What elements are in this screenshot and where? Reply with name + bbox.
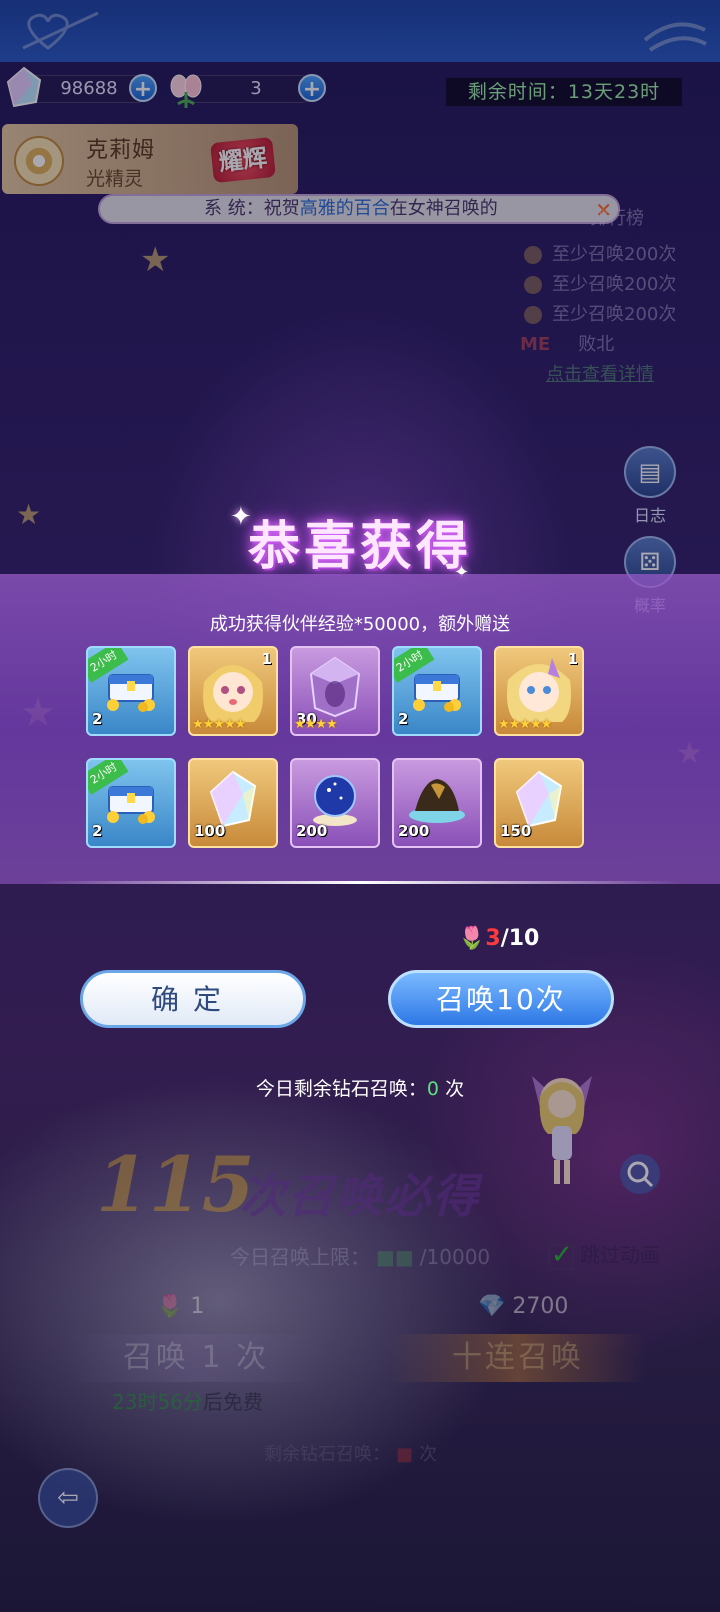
confirm-button[interactable]: 确定 [80, 970, 306, 1028]
item-count: 200 [296, 822, 328, 840]
item-level: 1 [567, 650, 578, 668]
reward-item-character-card[interactable]: 1 ★★★★★ [188, 646, 278, 736]
reward-item-chest[interactable]: 2小时 2 [86, 646, 176, 736]
girl-portrait-icon [194, 652, 272, 726]
reward-item-crystal[interactable]: 30 ★★★★ [290, 646, 380, 736]
ticket-total: /10 [500, 926, 540, 951]
item-count: 2 [398, 710, 409, 728]
remaining-today-label: 今日剩余钻石召唤： [255, 1078, 427, 1100]
remaining-today-suffix: 次 [445, 1078, 465, 1100]
item-count: 2 [92, 710, 103, 728]
reward-description: 成功获得伙伴经验*50000，额外赠送 [209, 614, 511, 635]
reward-item-orb[interactable]: 200 [290, 758, 380, 848]
star-rating-icon: ★★★★ [294, 717, 338, 732]
sparkle-icon: ✦ [230, 502, 252, 532]
item-count: 150 [500, 822, 532, 840]
ticket-progress: 🌷3/10 [458, 926, 539, 956]
reward-item-chest[interactable]: 2小时 2 [86, 758, 176, 848]
remaining-today-value: 0 [426, 1078, 440, 1100]
star-rating-icon: ★★★★★ [192, 717, 246, 732]
star-rating-icon: ★★★★★ [498, 717, 552, 732]
reward-item-gem[interactable]: 100 [188, 758, 278, 848]
ticket-current: 3 [485, 926, 501, 951]
item-level: 1 [261, 650, 272, 668]
reward-item-gem[interactable]: 150 [494, 758, 584, 848]
tulip-icon: 🌷 [458, 926, 486, 951]
reward-item-material[interactable]: 200 [392, 758, 482, 848]
reward-title: 恭喜获得 [247, 517, 472, 577]
reward-item-chest[interactable]: 2小时 2 [392, 646, 482, 736]
summon-10-button[interactable]: 召唤10次 [388, 970, 614, 1028]
reward-item-character-card[interactable]: 1 ★★★★★ [494, 646, 584, 736]
item-count: 200 [398, 822, 430, 840]
item-count: 100 [194, 822, 226, 840]
remaining-diamond-summons-today: 今日剩余钻石召唤：0 次 [0, 1074, 720, 1101]
elf-portrait-icon [500, 652, 578, 726]
item-count: 2 [92, 822, 103, 840]
